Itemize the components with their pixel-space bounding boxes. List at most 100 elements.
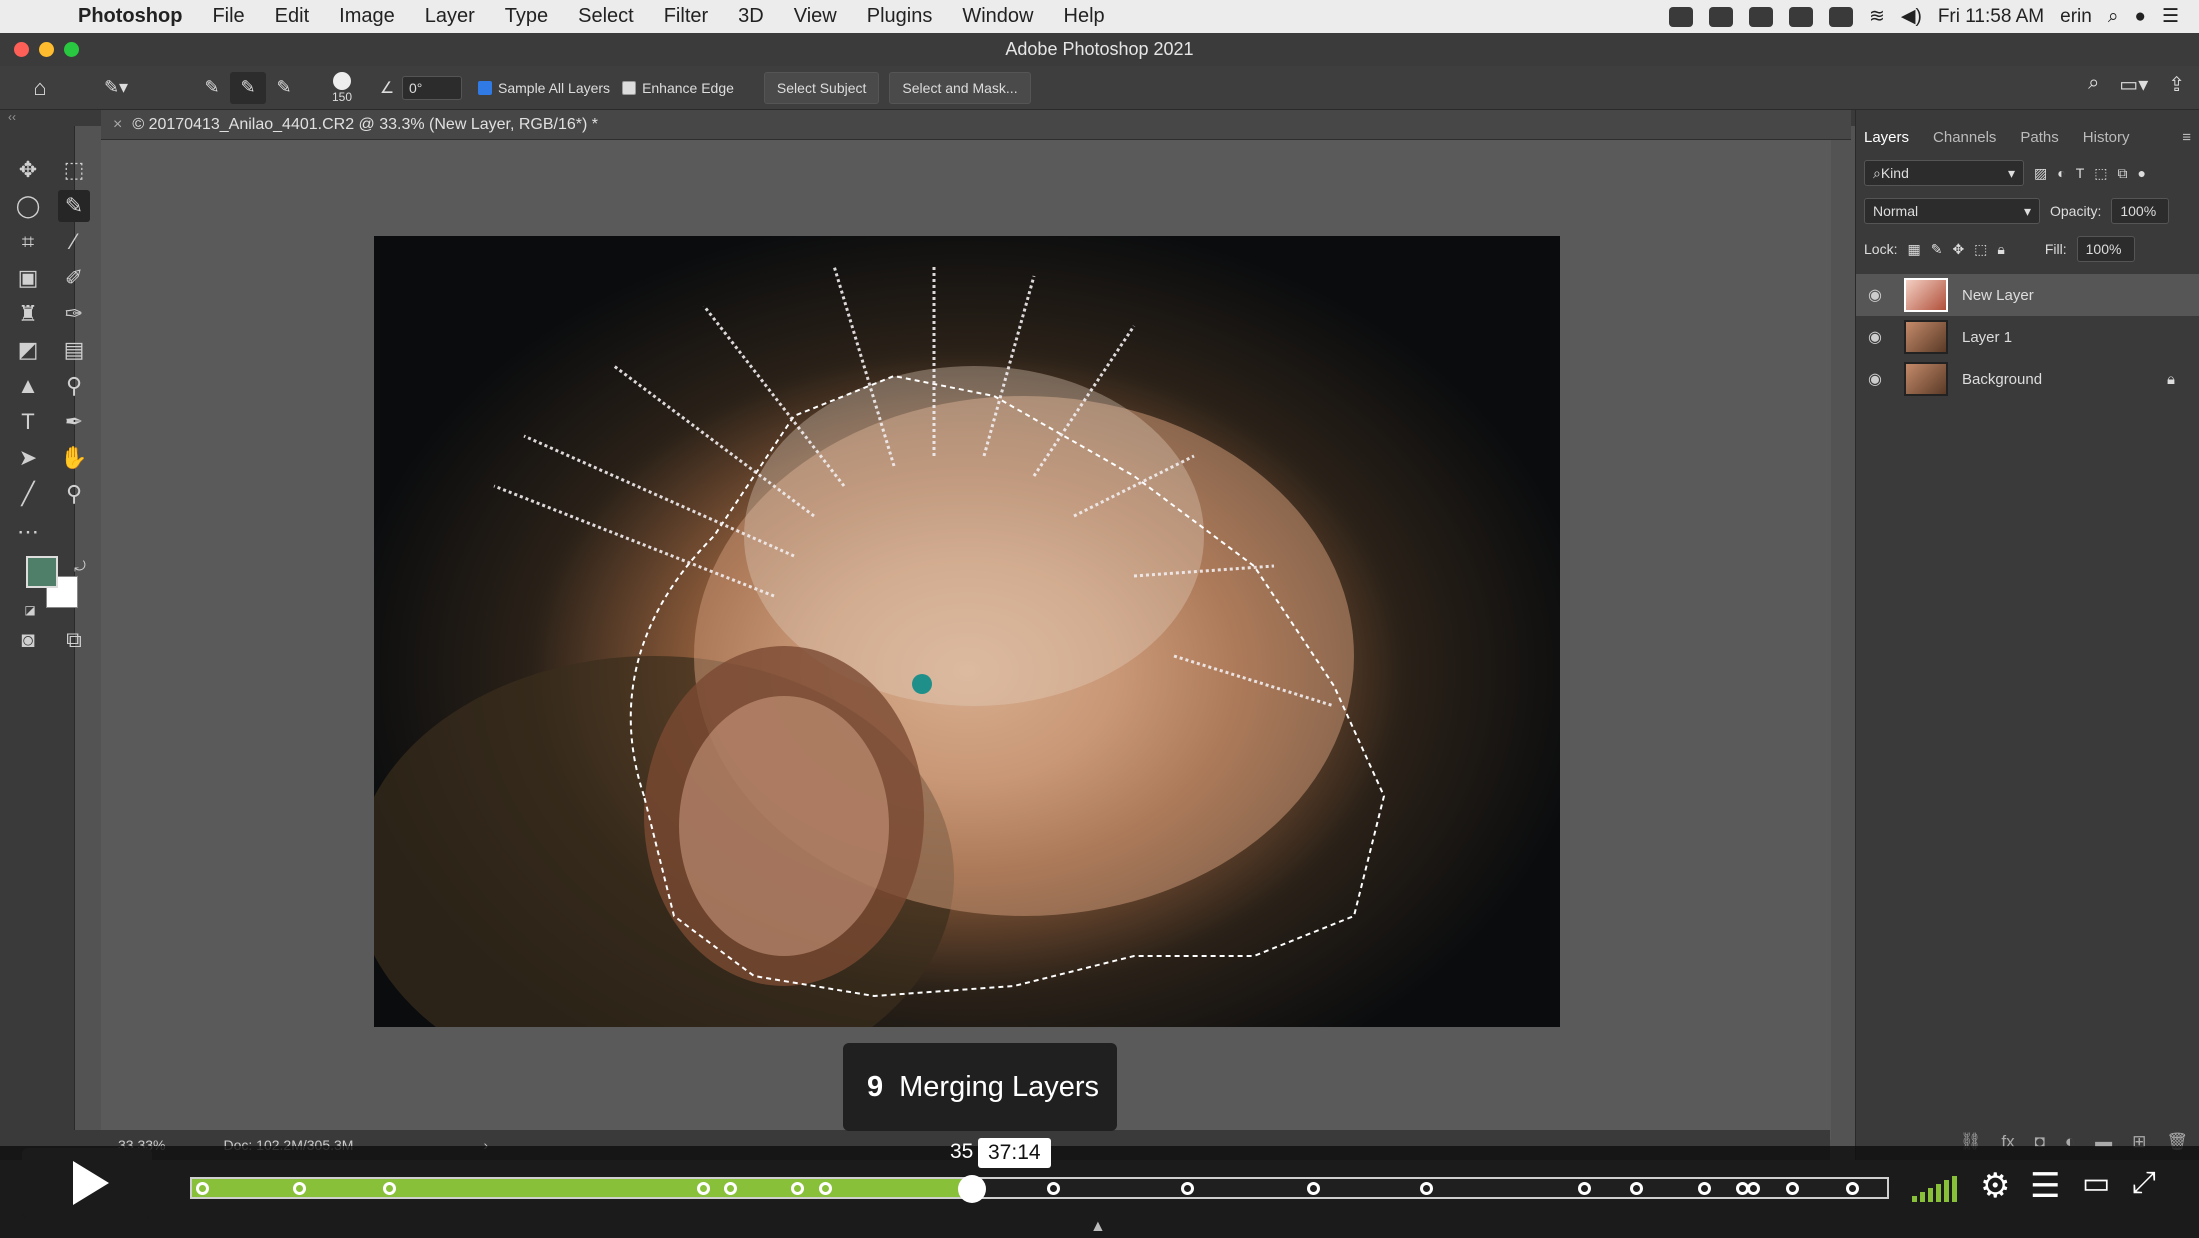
history-brush-tool-icon[interactable]: ✑	[58, 298, 90, 330]
zoom-window-button[interactable]	[64, 42, 79, 57]
hand-tool-icon[interactable]: ✋	[58, 442, 90, 474]
collapse-left-icon[interactable]: ‹‹	[8, 110, 16, 124]
document-image[interactable]	[374, 236, 1560, 1027]
swap-colors-icon[interactable]: ⤾	[64, 550, 96, 582]
layer-filter-select[interactable]: ⌕ Kind ▾	[1864, 160, 2024, 186]
menu-edit[interactable]: Edit	[275, 5, 309, 28]
menubar-extra-icon[interactable]	[1668, 6, 1693, 27]
play-button[interactable]	[22, 1148, 152, 1218]
quick-selection-tool-icon[interactable]: ✎	[58, 190, 90, 222]
password-icon[interactable]	[1788, 6, 1813, 27]
menu-window[interactable]: Window	[962, 5, 1033, 28]
panel-menu-icon[interactable]: ≡	[2182, 129, 2191, 146]
subtract-from-selection-brush-icon[interactable]: ✎	[266, 72, 302, 104]
chapters-list-icon[interactable]: ☰	[2030, 1166, 2060, 1206]
lock-transparent-icon[interactable]: ▦	[1907, 241, 1920, 258]
brush-size-picker[interactable]: 150	[312, 71, 372, 104]
chapter-marker[interactable]	[1306, 1182, 1320, 1195]
marquee-tool-icon[interactable]: ⬚	[58, 154, 90, 186]
menu-type[interactable]: Type	[505, 5, 548, 28]
gradient-tool-icon[interactable]: ▤	[58, 334, 90, 366]
visibility-eye-icon[interactable]: ◉	[1868, 369, 1894, 389]
lock-position-icon[interactable]: ✥	[1952, 241, 1964, 258]
spotlight-search-icon[interactable]: ⌕	[2108, 6, 2119, 28]
lasso-tool-icon[interactable]: ◯	[12, 190, 44, 222]
tab-layers[interactable]: Layers	[1864, 129, 1909, 146]
layer-lock-icon[interactable]: 🔒︎	[2167, 371, 2175, 388]
foreground-color-swatch-front[interactable]	[26, 556, 58, 588]
clock-text[interactable]: Fri 11:58 AM	[1938, 6, 2044, 28]
close-window-button[interactable]	[14, 42, 29, 57]
brush-tool-icon[interactable]: ✐	[58, 262, 90, 294]
chapter-marker[interactable]	[1181, 1182, 1195, 1195]
menu-help[interactable]: Help	[1064, 5, 1105, 28]
menu-filter[interactable]: Filter	[664, 5, 708, 28]
menu-file[interactable]: File	[212, 5, 244, 28]
filter-type-icon[interactable]: T	[2076, 165, 2085, 181]
chapter-marker[interactable]	[1577, 1182, 1591, 1195]
fill-input[interactable]: 100%	[2076, 236, 2135, 262]
screen-mode-icon[interactable]: ⧉	[58, 624, 90, 656]
minimize-window-button[interactable]	[39, 42, 54, 57]
chapter-marker[interactable]	[1630, 1182, 1644, 1195]
chapter-marker[interactable]	[696, 1182, 710, 1195]
default-colors-icon[interactable]: ◪	[14, 594, 46, 626]
close-document-icon[interactable]: ×	[113, 116, 122, 134]
enhance-edge-checkbox[interactable]: Enhance Edge	[622, 72, 734, 104]
menu-3d[interactable]: 3D	[738, 5, 764, 28]
add-to-selection-brush-icon[interactable]: ✎	[230, 71, 266, 104]
eraser-tool-icon[interactable]: ◩	[12, 334, 44, 366]
lock-pixels-icon[interactable]: ✎	[1931, 241, 1943, 258]
home-icon[interactable]: ⌂	[12, 72, 68, 104]
progress-scrubber[interactable]	[957, 1175, 986, 1203]
quality-bars-icon[interactable]	[1912, 1176, 1957, 1202]
airplay-icon[interactable]: ▭	[2082, 1166, 2110, 1201]
visibility-eye-icon[interactable]: ◉	[1868, 285, 1894, 305]
more-tools-icon[interactable]: ⋯	[12, 516, 44, 548]
menu-image[interactable]: Image	[339, 5, 395, 28]
user-name[interactable]: erin	[2060, 6, 2092, 28]
share-icon[interactable]: ⇪	[2168, 72, 2185, 97]
menu-app-photoshop[interactable]: Photoshop	[78, 5, 182, 28]
opacity-input[interactable]: 100%	[2111, 198, 2170, 224]
line-tool-icon[interactable]: ╱	[12, 478, 44, 510]
chapter-marker[interactable]	[1047, 1182, 1061, 1195]
search-icon[interactable]: ⌕	[2088, 72, 2099, 97]
dropbox-icon[interactable]	[1708, 6, 1733, 27]
filter-shape-icon[interactable]: ⬚	[2094, 165, 2107, 182]
layer-row-new-layer[interactable]: ◉ New Layer	[1856, 274, 2199, 316]
chapter-marker[interactable]	[1420, 1182, 1434, 1195]
frame-tool-icon[interactable]: ▣	[12, 262, 44, 294]
airplay-icon[interactable]	[1828, 6, 1853, 27]
chapter-marker[interactable]	[1698, 1182, 1712, 1195]
creative-cloud-icon[interactable]	[1748, 6, 1773, 27]
blur-tool-icon[interactable]: ▲	[12, 370, 44, 402]
menu-select[interactable]: Select	[578, 5, 634, 28]
expand-up-icon[interactable]: ▲	[1090, 1218, 1106, 1236]
pen-tool-icon[interactable]: ✒	[58, 406, 90, 438]
crop-tool-icon[interactable]: ⌗	[12, 226, 44, 258]
filter-smart-object-icon[interactable]: ⧉	[2118, 165, 2128, 182]
volume-icon[interactable]: ◀)	[1901, 5, 1922, 28]
workspace-icon[interactable]: ▭▾	[2119, 72, 2148, 97]
chapter-marker[interactable]	[382, 1182, 396, 1195]
move-tool-icon[interactable]: ✥	[12, 154, 44, 186]
filter-adjustment-icon[interactable]: ◐	[2057, 165, 2065, 181]
chapter-marker[interactable]	[818, 1182, 832, 1195]
angle-input[interactable]: 0°	[402, 75, 462, 100]
menu-layer[interactable]: Layer	[425, 5, 475, 28]
lock-all-icon[interactable]: 🔒︎	[1997, 241, 2004, 258]
chapter-marker[interactable]	[1845, 1182, 1859, 1195]
chapter-marker[interactable]	[293, 1182, 307, 1195]
layer-row-layer-1[interactable]: ◉ Layer 1	[1856, 316, 2199, 358]
lock-artboard-icon[interactable]: ⬚	[1974, 241, 1987, 258]
notification-center-icon[interactable]: ☰	[2162, 5, 2179, 28]
layer-row-background[interactable]: ◉ Background 🔒︎	[1856, 358, 2199, 400]
eyedropper-tool-icon[interactable]: ⁄	[58, 226, 90, 258]
new-selection-brush-icon[interactable]: ✎	[194, 72, 230, 104]
settings-gear-icon[interactable]: ⚙	[1980, 1166, 2010, 1206]
tab-channels[interactable]: Channels	[1933, 129, 1996, 146]
filter-pixel-icon[interactable]: ▨	[2034, 165, 2047, 182]
blend-mode-select[interactable]: Normal ▾	[1864, 198, 2040, 224]
path-selection-tool-icon[interactable]: ➤	[12, 442, 44, 474]
